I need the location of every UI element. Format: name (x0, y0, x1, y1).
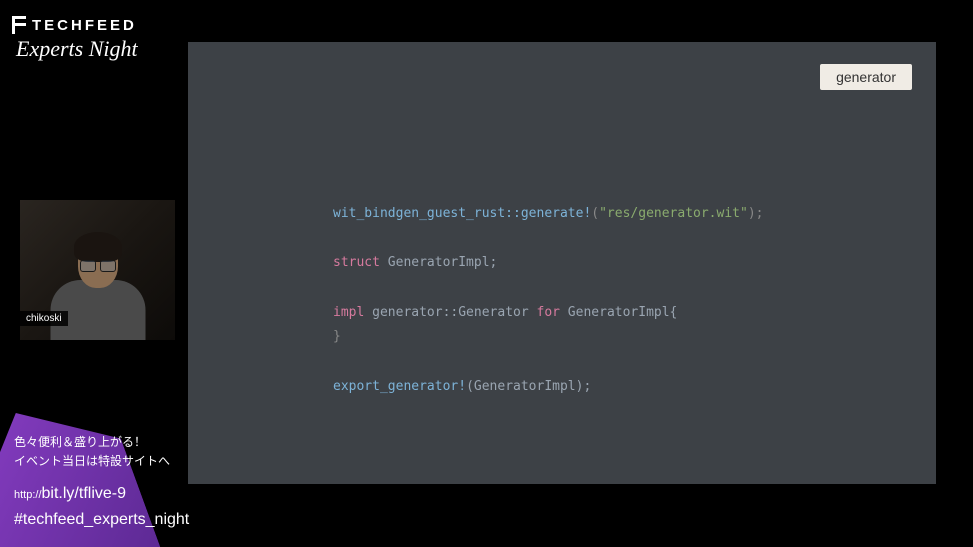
promo-line-2: イベント当日は特設サイトへ (14, 452, 170, 471)
code-token-keyword: struct (333, 255, 380, 270)
code-line-6: } (333, 325, 763, 350)
code-token-punct: } (333, 329, 341, 344)
code-token-macro: export_generator! (333, 379, 466, 394)
promo-url: http://bit.ly/tflive-9 (14, 485, 126, 503)
code-line-8: export_generator!(GeneratorImpl); (333, 375, 763, 400)
code-line-3: struct GeneratorImpl; (333, 251, 763, 276)
brand-logo: TECHFEED (12, 16, 163, 34)
promo-lines: 色々便利＆盛り上がる！ イベント当日は特設サイトへ (14, 433, 170, 471)
code-token-type: GeneratorImpl{ (560, 305, 677, 320)
logo-f-icon (12, 16, 26, 34)
webcam-feed: chikoski (20, 200, 175, 340)
logo-block: TECHFEED Experts Night (0, 0, 175, 68)
presenter-name-label: chikoski (20, 311, 68, 326)
code-token-punct: ( (591, 206, 599, 221)
url-main: bit.ly/tflive-9 (42, 485, 126, 502)
code-line-1: wit_bindgen_guest_rust::generate!("res/g… (333, 202, 763, 227)
code-line-5: impl generator::Generator for GeneratorI… (333, 301, 763, 326)
code-token-type: GeneratorImpl; (380, 255, 497, 270)
code-line-blank (333, 276, 763, 301)
code-token-type: generator::Generator (364, 305, 536, 320)
code-token-punct: ); (748, 206, 764, 221)
hashtag-text: #techfeed_experts_night (14, 511, 189, 529)
code-line-blank (333, 350, 763, 375)
code-token-macro: wit_bindgen_guest_rust::generate! (333, 206, 591, 221)
url-prefix: http:// (14, 489, 42, 501)
code-token-string: "res/generator.wit" (599, 206, 748, 221)
brand-text: TECHFEED (32, 17, 137, 34)
presentation-slide: generator wit_bindgen_guest_rust::genera… (188, 42, 936, 484)
slide-title-badge: generator (820, 64, 912, 90)
code-snippet: wit_bindgen_guest_rust::generate!("res/g… (333, 202, 763, 400)
code-line-blank (333, 227, 763, 252)
promo-line-1: 色々便利＆盛り上がる！ (14, 433, 170, 452)
code-token-keyword: impl (333, 305, 364, 320)
code-token-args: (GeneratorImpl); (466, 379, 591, 394)
subtitle-text: Experts Night (12, 36, 163, 62)
code-token-keyword: for (537, 305, 560, 320)
